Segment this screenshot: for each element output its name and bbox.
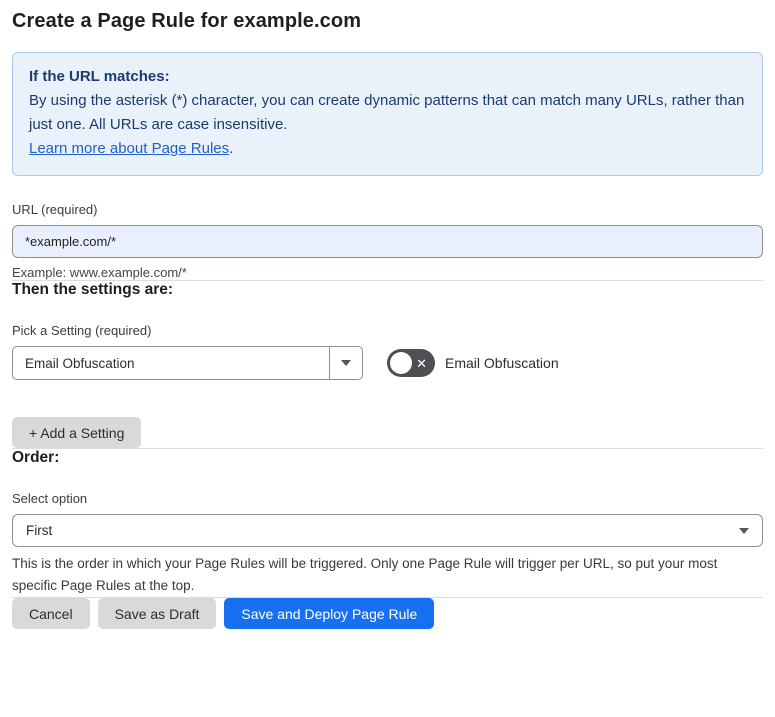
link-suffix-text: . — [229, 140, 234, 157]
page-title: Create a Page Rule for example.com — [12, 10, 362, 32]
info-box-link-line: Learn more about Page Rules. — [29, 137, 746, 161]
url-field-label: URL (required) — [12, 202, 98, 217]
pick-setting-select[interactable]: Email Obfuscation — [12, 346, 363, 380]
email-obfuscation-toggle-label: Email Obfuscation — [445, 355, 559, 371]
setting-row: Email Obfuscation ✕ Email Obfuscation — [12, 346, 763, 380]
order-select-label: Select option — [12, 491, 88, 506]
info-box-body: By using the asterisk (*) character, you… — [29, 92, 745, 133]
pick-setting-label: Pick a Setting (required) — [12, 323, 152, 338]
url-example-helper: Example: www.example.com/* — [12, 265, 187, 280]
learn-more-link[interactable]: Learn more about Page Rules — [29, 140, 229, 157]
footer-actions: Cancel Save as Draft Save and Deploy Pag… — [12, 598, 763, 629]
chevron-down-icon — [739, 527, 749, 534]
info-box-heading: If the URL matches: — [29, 68, 170, 85]
cancel-button[interactable]: Cancel — [12, 598, 90, 629]
toggle-knob — [390, 352, 412, 374]
save-as-draft-button[interactable]: Save as Draft — [97, 598, 217, 629]
order-select[interactable]: First — [12, 514, 763, 547]
url-input[interactable] — [12, 225, 763, 258]
email-obfuscation-toggle[interactable]: ✕ — [387, 349, 435, 377]
email-obfuscation-toggle-group: ✕ Email Obfuscation — [387, 349, 559, 377]
toggle-off-x-icon: ✕ — [416, 355, 427, 371]
add-setting-button[interactable]: + Add a Setting — [12, 417, 142, 448]
chevron-down-icon — [341, 360, 351, 366]
order-helper-text: This is the order in which your Page Rul… — [12, 556, 718, 593]
settings-section-heading: Then the settings are: — [12, 281, 174, 298]
url-matches-info-box: If the URL matches: By using the asteris… — [12, 52, 763, 176]
create-page-rule-form: Create a Page Rule for example.com If th… — [0, 0, 775, 645]
pick-setting-select-arrow-button[interactable] — [329, 347, 362, 379]
order-select-value: First — [26, 523, 53, 538]
pick-setting-select-value: Email Obfuscation — [25, 355, 135, 371]
save-and-deploy-button[interactable]: Save and Deploy Page Rule — [224, 598, 435, 629]
order-section-heading: Order: — [12, 449, 60, 466]
